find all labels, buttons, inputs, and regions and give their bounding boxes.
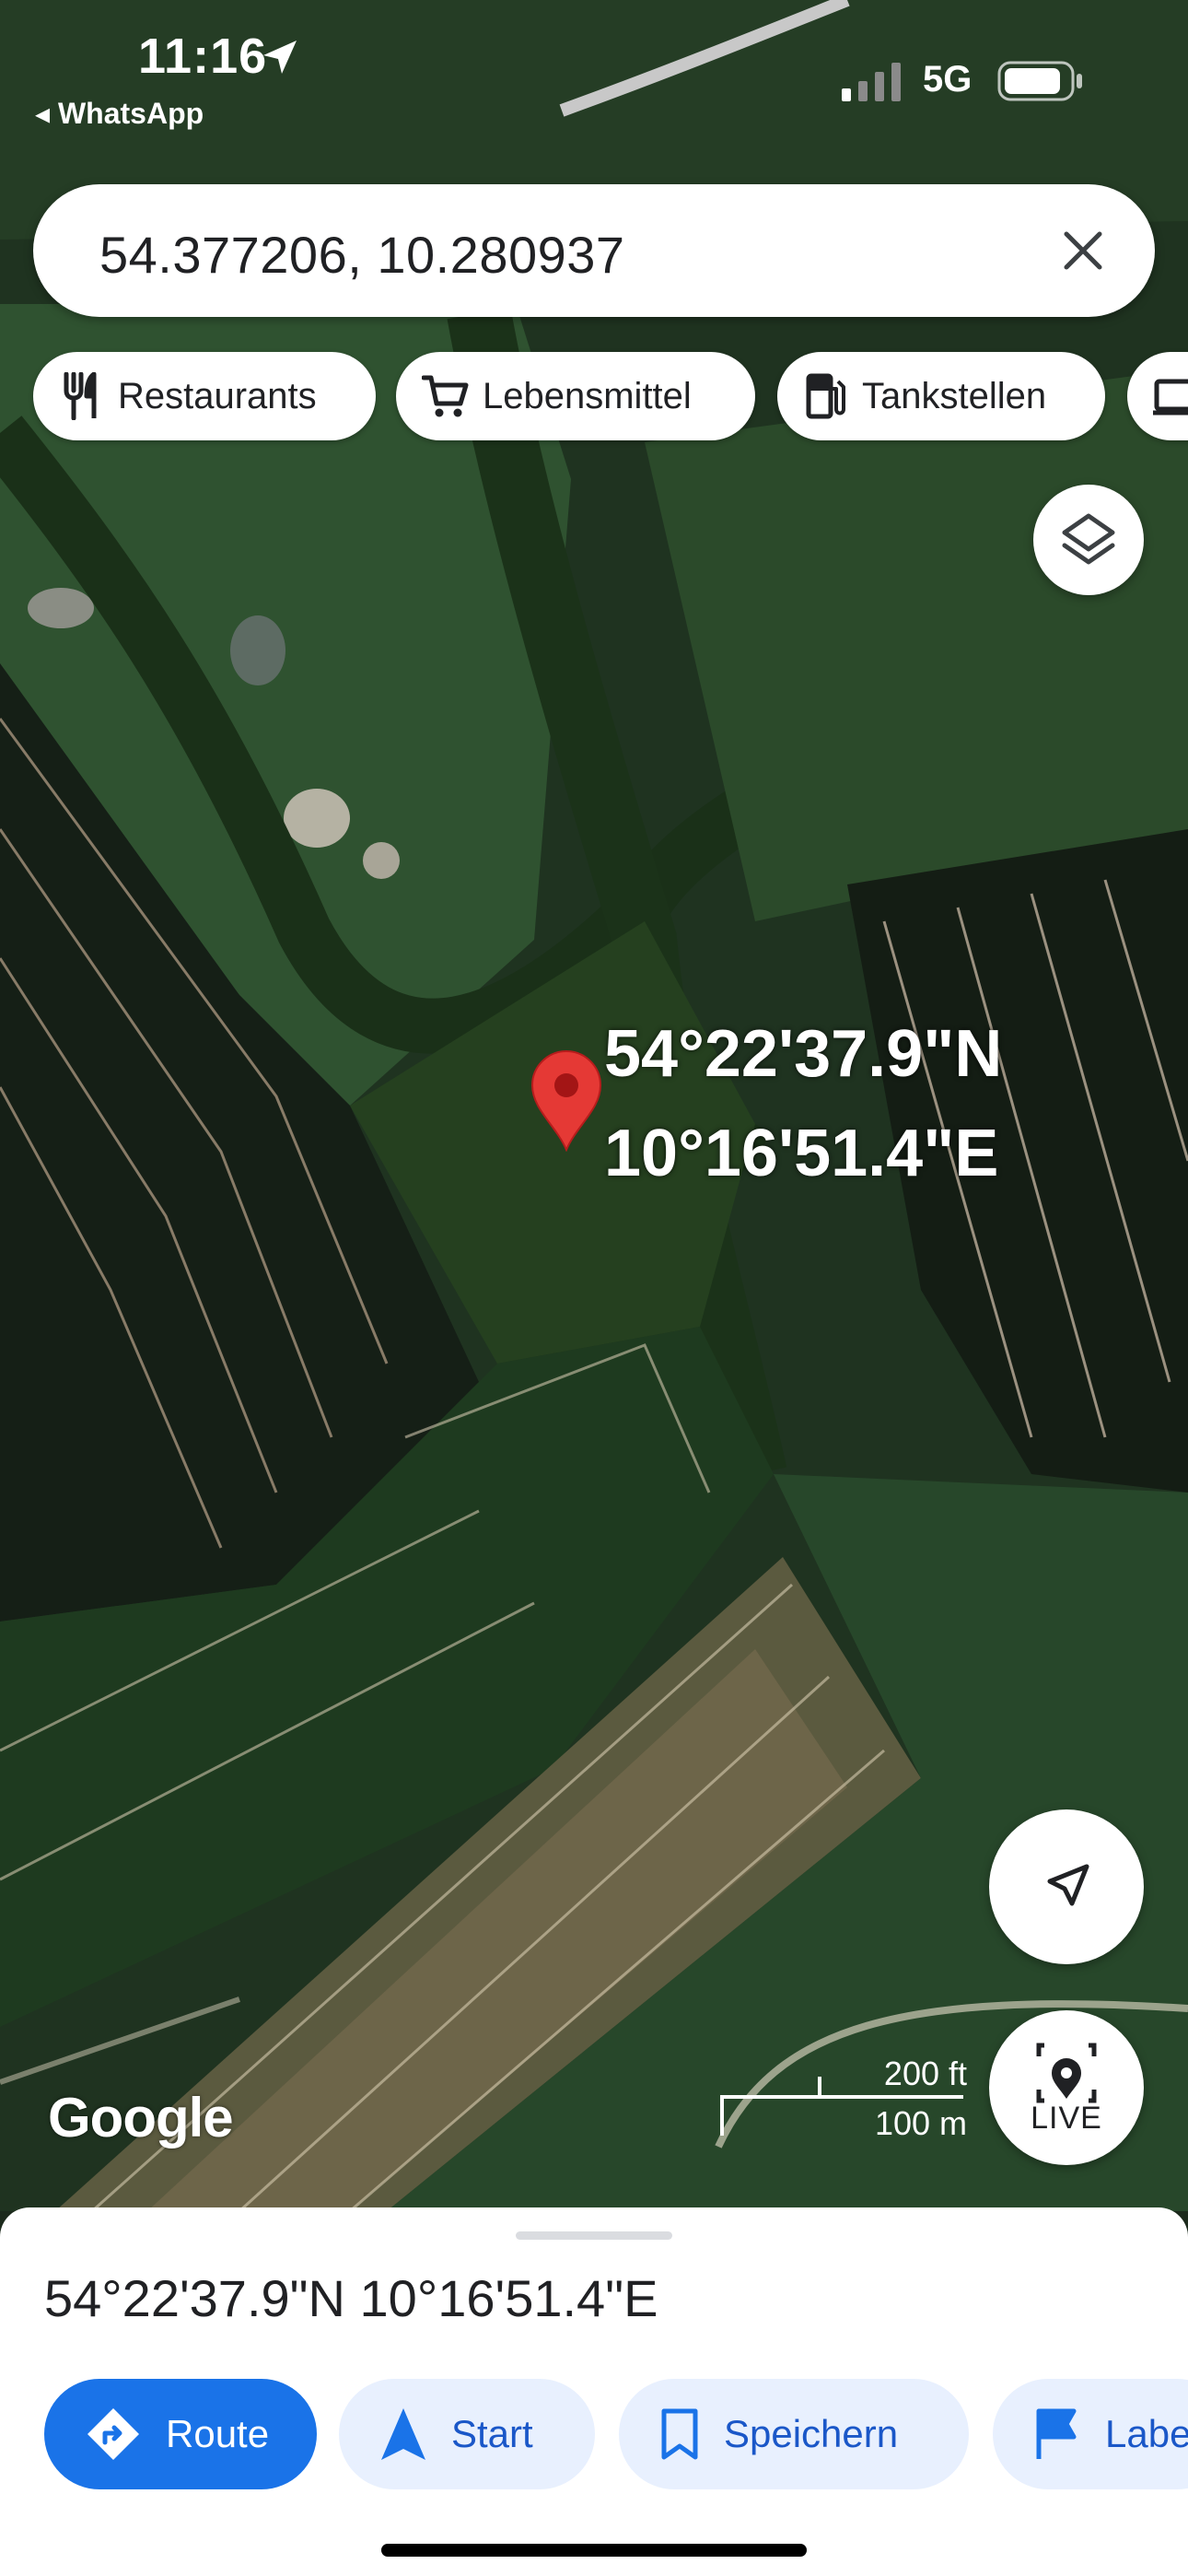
status-bar: 11:16 ◂ WhatsApp 5G — [0, 0, 1188, 138]
save-button[interactable]: Speichern — [619, 2379, 969, 2489]
directions-icon — [87, 2408, 139, 2460]
chip-lebensmittel[interactable]: Lebensmittel — [396, 352, 755, 440]
location-arrow-icon — [263, 41, 297, 74]
layers-icon — [1062, 513, 1115, 565]
scale-feet: 200 ft — [883, 2055, 967, 2092]
label-button[interactable]: Labe — [993, 2379, 1188, 2489]
pin-longitude: 10°16'51.4"E — [604, 1117, 999, 1190]
flag-icon — [1036, 2408, 1077, 2459]
pin-latitude: 54°22'37.9"N — [604, 1017, 1003, 1091]
route-label: Route — [166, 2412, 270, 2455]
chip-label: Restaurants — [118, 375, 317, 416]
bookmark-icon — [661, 2408, 698, 2460]
my-location-button[interactable] — [989, 1809, 1144, 1964]
location-pin-icon[interactable] — [529, 1048, 604, 1152]
route-button[interactable]: Route — [44, 2379, 317, 2489]
battery-icon — [997, 61, 1082, 101]
network-type: 5G — [923, 59, 973, 100]
pin-coordinate-label: 54°22'37.9"N 10°16'51.4"E — [604, 1004, 1002, 1203]
label-label: Labe — [1105, 2412, 1188, 2455]
scale-meters: 100 m — [874, 2104, 967, 2142]
search-bar[interactable]: 54.377206, 10.280937 — [33, 184, 1155, 317]
live-view-button[interactable]: LIVE — [989, 2010, 1144, 2165]
cellular-signal-icon — [842, 63, 901, 101]
clock: 11:16 — [138, 29, 268, 84]
home-indicator[interactable] — [381, 2544, 807, 2557]
back-to-app-link[interactable]: ◂ WhatsApp — [35, 96, 204, 131]
sheet-title: 54°22'37.9"N 10°16'51.4"E — [44, 2269, 658, 2327]
save-label: Speichern — [724, 2412, 899, 2455]
sheet-drag-handle[interactable] — [516, 2231, 672, 2240]
close-icon[interactable] — [1061, 228, 1105, 273]
google-logo: Google — [48, 2087, 234, 2149]
navigation-arrow-icon — [381, 2408, 425, 2460]
start-button[interactable]: Start — [339, 2379, 595, 2489]
search-input[interactable]: 54.377206, 10.280937 — [99, 225, 625, 285]
live-view-icon — [1036, 2043, 1097, 2103]
chip-tankstellen[interactable]: Tankstellen — [777, 352, 1105, 440]
cart-icon — [422, 375, 469, 417]
hotel-icon — [1153, 379, 1188, 416]
chip-label: Lebensmittel — [483, 375, 692, 416]
start-label: Start — [451, 2412, 533, 2455]
chip-label: Tankstellen — [862, 375, 1047, 416]
fork-knife-icon — [64, 372, 97, 420]
chip-restaurants[interactable]: Restaurants — [33, 352, 376, 440]
place-sheet[interactable]: 54°22'37.9"N 10°16'51.4"E Route Start Sp… — [0, 2207, 1188, 2576]
live-label: LIVE — [1031, 2101, 1102, 2136]
fuel-icon — [806, 373, 845, 419]
layers-button[interactable] — [1033, 485, 1144, 595]
map-scale: 200 ft 100 m — [718, 2055, 967, 2142]
navigation-arrow-icon — [1047, 1864, 1089, 1906]
